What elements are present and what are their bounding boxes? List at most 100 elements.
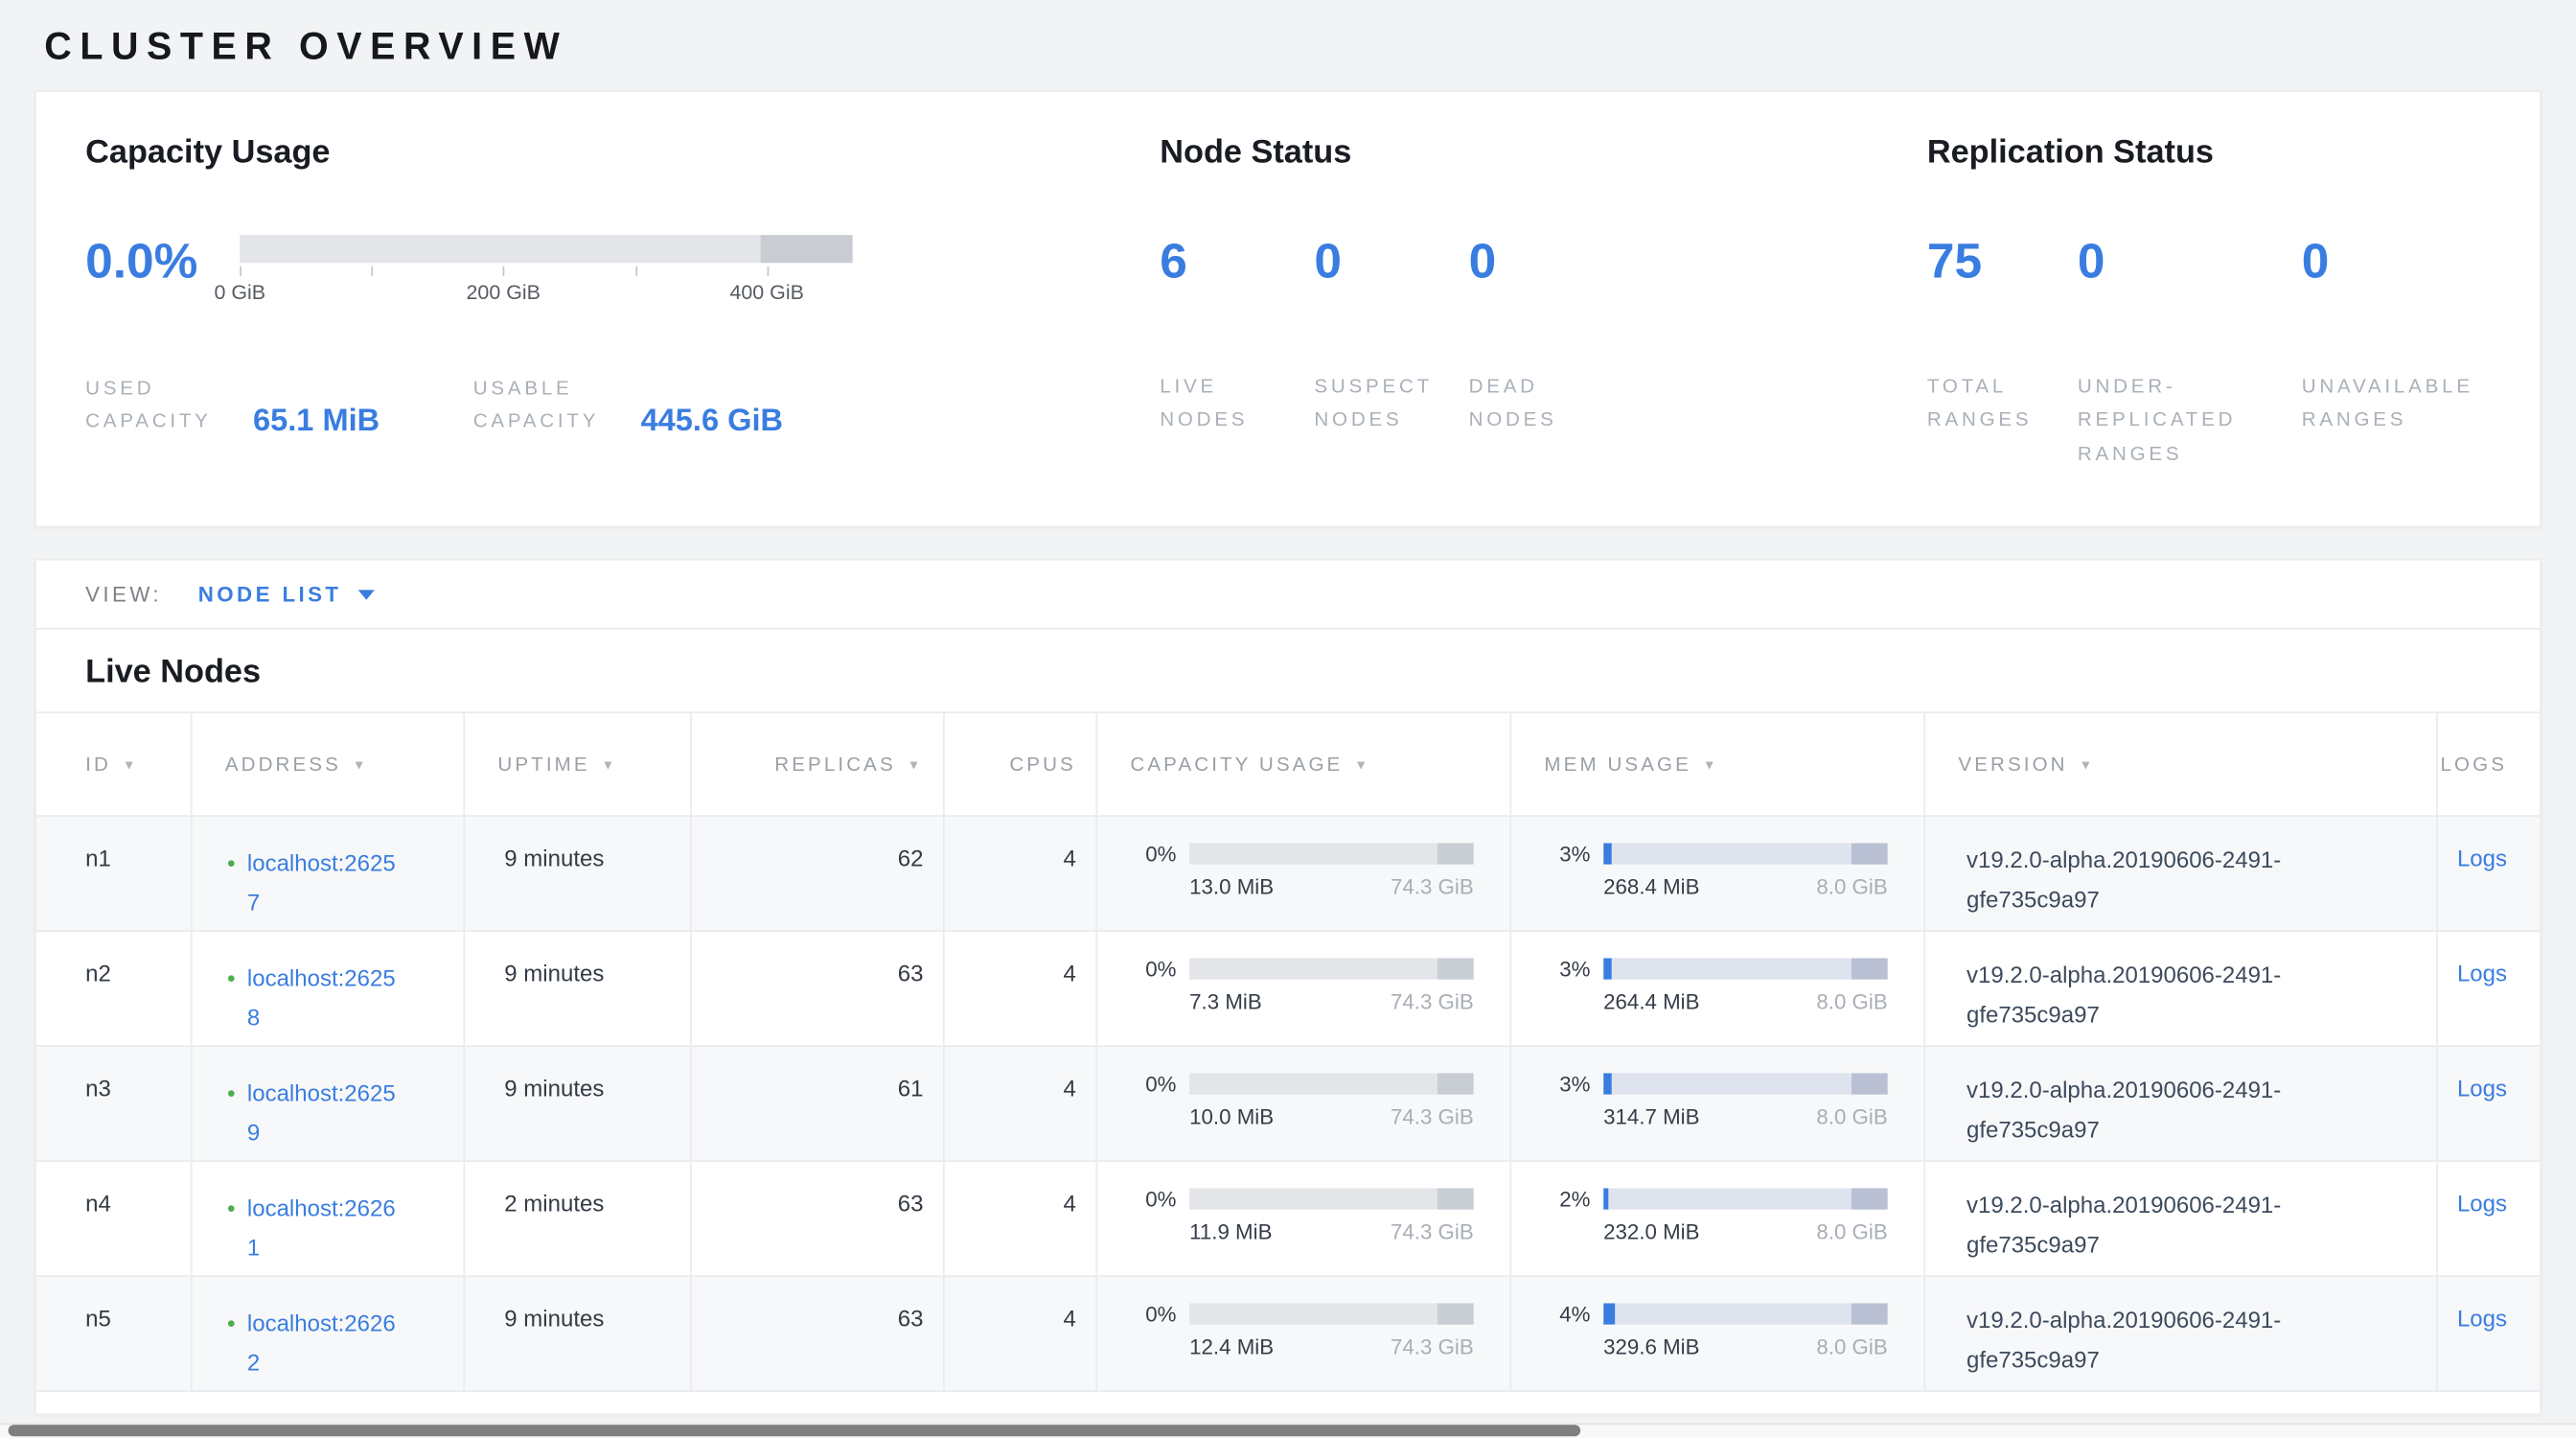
capacity-bar-endcap	[1438, 844, 1474, 865]
node-version: v19.2.0-alpha.20190606-2491-gfe735c9a97	[1923, 1277, 2436, 1390]
live-status-dot-icon: ●	[227, 845, 236, 930]
col-label: CPUS	[1009, 753, 1076, 776]
node-id: n2	[36, 932, 191, 1045]
axis-tick	[503, 267, 505, 276]
suspect-nodes-value: 0	[1314, 235, 1468, 290]
mem-bar-fill	[1603, 1074, 1612, 1095]
col-header-version[interactable]: VERSION▼	[1923, 713, 2436, 815]
capacity-percent-label: 0%	[1134, 1074, 1177, 1095]
node-uptime: 2 minutes	[463, 1162, 690, 1275]
mem-bar-endcap	[1852, 1074, 1888, 1095]
total-ranges-label: TOTAL RANGES	[1927, 370, 2078, 437]
col-header-id[interactable]: ID▼	[36, 713, 191, 815]
dead-nodes-stat: 0 DEAD NODES	[1469, 235, 1623, 436]
capacity-usage-section: Capacity Usage 0.0% 0 GiB 20	[85, 135, 1160, 471]
node-replicas: 63	[690, 932, 943, 1045]
col-header-cpus[interactable]: CPUS	[943, 713, 1095, 815]
view-selector[interactable]: NODE LIST	[198, 582, 375, 607]
axis-label-0gib: 0 GiB	[214, 281, 265, 304]
capacity-usage-bar	[1189, 1074, 1474, 1095]
mem-used-value: 314.7 MiB	[1603, 1104, 1699, 1129]
axis-tick	[635, 267, 637, 276]
capacity-axis: 0 GiB 200 GiB 400 GiB	[240, 267, 852, 315]
axis-tick	[372, 267, 374, 276]
node-address-link[interactable]: localhost:26257	[247, 845, 405, 930]
capacity-used-value: 11.9 MiB	[1189, 1219, 1272, 1244]
used-capacity-label: USED CAPACITY	[85, 371, 240, 438]
mem-usage-bar	[1603, 1074, 1888, 1095]
node-cpus: 4	[943, 1277, 1095, 1390]
table-row: n2 ● localhost:26258 9 minutes 63 4 0% 7…	[36, 932, 2541, 1047]
mem-usage-cell: 3% 268.4 MiB 8.0 GiB	[1509, 817, 1923, 930]
logs-link[interactable]: Logs	[2457, 845, 2507, 870]
mem-bar-fill	[1603, 1304, 1615, 1325]
node-address-cell: ● localhost:26258	[191, 932, 464, 1045]
mem-percent-label: 3%	[1548, 844, 1591, 865]
table-row-partial	[36, 1392, 2541, 1413]
sort-arrow-icon: ▼	[908, 757, 924, 772]
mem-usage-bar	[1603, 844, 1888, 865]
node-uptime: 9 minutes	[463, 1277, 690, 1390]
capacity-percent-label: 0%	[1134, 844, 1177, 865]
mem-bar-endcap	[1852, 1189, 1888, 1210]
table-row: n4 ● localhost:26261 2 minutes 63 4 0% 1…	[36, 1162, 2541, 1277]
node-id: n3	[36, 1047, 191, 1160]
mem-percent-label: 4%	[1548, 1304, 1591, 1325]
node-address-cell: ● localhost:26262	[191, 1277, 464, 1390]
capacity-usage-cell: 0% 10.0 MiB 74.3 GiB	[1095, 1047, 1509, 1160]
capacity-chart: 0 GiB 200 GiB 400 GiB	[240, 235, 852, 315]
logs-link[interactable]: Logs	[2457, 1075, 2507, 1101]
capacity-total-value: 74.3 GiB	[1391, 1334, 1474, 1359]
used-capacity-value: 65.1 MiB	[253, 404, 380, 440]
node-version: v19.2.0-alpha.20190606-2491-gfe735c9a97	[1923, 1162, 2436, 1275]
mem-usage-cell: 4% 329.6 MiB 8.0 GiB	[1509, 1277, 1923, 1390]
node-id: n1	[36, 817, 191, 930]
live-nodes-stat: 6 LIVE NODES	[1160, 235, 1314, 436]
horizontal-scrollbar-thumb[interactable]	[9, 1425, 1581, 1436]
mem-percent-label: 2%	[1548, 1189, 1591, 1210]
node-address-link[interactable]: localhost:26262	[247, 1305, 405, 1390]
under-replicated-value: 0	[2078, 235, 2302, 290]
logs-link[interactable]: Logs	[2457, 1305, 2507, 1331]
mem-total-value: 8.0 GiB	[1816, 1334, 1887, 1359]
total-ranges-stat: 75 TOTAL RANGES	[1927, 235, 2078, 470]
view-selected-value: NODE LIST	[198, 582, 342, 607]
col-header-address[interactable]: ADDRESS▼	[191, 713, 464, 815]
col-header-capacity-usage[interactable]: CAPACITY USAGE▼	[1095, 713, 1509, 815]
capacity-usage-bar	[1189, 844, 1474, 865]
capacity-bar-endcap	[1438, 1074, 1474, 1095]
node-version: v19.2.0-alpha.20190606-2491-gfe735c9a97	[1923, 817, 2436, 930]
mem-usage-bar	[1603, 959, 1888, 980]
live-status-dot-icon: ●	[227, 1075, 236, 1160]
col-label: UPTIME	[497, 753, 589, 776]
col-header-uptime[interactable]: UPTIME▼	[463, 713, 690, 815]
mem-bar-endcap	[1852, 959, 1888, 980]
col-header-mem-usage[interactable]: MEM USAGE ▼	[1509, 713, 1923, 815]
col-label: LOGS	[2440, 753, 2507, 776]
mem-total-value: 8.0 GiB	[1816, 874, 1887, 899]
node-address-link[interactable]: localhost:26261	[247, 1190, 405, 1275]
sort-arrow-icon: ▼	[1703, 757, 1719, 772]
mem-used-value: 268.4 MiB	[1603, 874, 1699, 899]
axis-tick	[767, 267, 769, 276]
col-label: ADDRESS	[225, 753, 341, 776]
mem-usage-cell: 3% 314.7 MiB 8.0 GiB	[1509, 1047, 1923, 1160]
col-label: MEM USAGE	[1544, 753, 1691, 776]
total-ranges-value: 75	[1927, 235, 2078, 290]
capacity-total-value: 74.3 GiB	[1391, 1104, 1474, 1129]
node-address-cell: ● localhost:26259	[191, 1047, 464, 1160]
mem-bar-endcap	[1852, 1304, 1888, 1325]
capacity-total-value: 74.3 GiB	[1391, 874, 1474, 899]
node-address-link[interactable]: localhost:26258	[247, 960, 405, 1045]
capacity-used-value: 12.4 MiB	[1189, 1334, 1274, 1359]
node-address-cell: ● localhost:26261	[191, 1162, 464, 1275]
node-cpus: 4	[943, 1047, 1095, 1160]
mem-percent-label: 3%	[1548, 1074, 1591, 1095]
col-header-replicas[interactable]: REPLICAS▼	[690, 713, 943, 815]
logs-link[interactable]: Logs	[2457, 960, 2507, 986]
view-label: VIEW:	[85, 582, 162, 607]
node-address-link[interactable]: localhost:26259	[247, 1075, 405, 1160]
node-cpus: 4	[943, 817, 1095, 930]
logs-link[interactable]: Logs	[2457, 1190, 2507, 1216]
col-label: CAPACITY USAGE	[1130, 753, 1343, 776]
